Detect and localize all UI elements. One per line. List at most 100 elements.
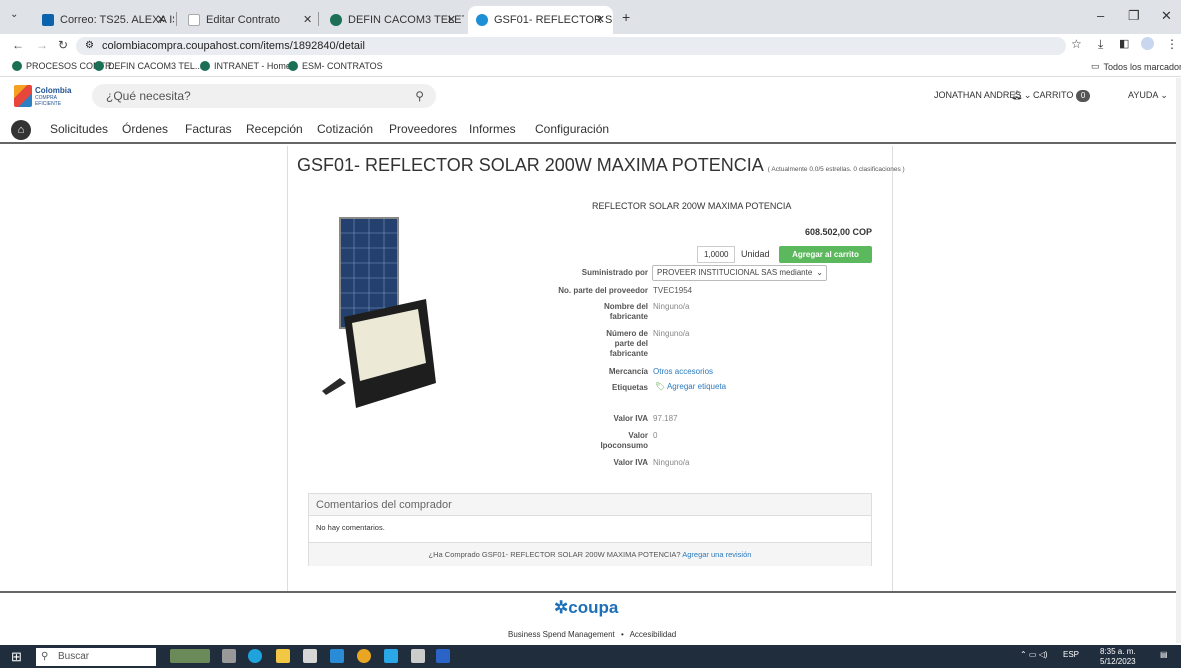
mail-icon[interactable] (330, 649, 344, 663)
site-info-icon[interactable]: ⚙ (85, 37, 94, 55)
supplier-part-label: No. parte del proveedor (558, 286, 648, 295)
sharepoint-icon (288, 61, 298, 71)
iva-label: Valor IVA (613, 414, 648, 423)
page-scrollbar[interactable] (1176, 78, 1181, 643)
comments-heading: Comentarios del comprador (309, 494, 871, 516)
nav-proveedores[interactable]: Proveedores (389, 122, 457, 136)
back-icon[interactable]: ← (12, 38, 24, 52)
search-input[interactable]: ¿Qué necesita? ⚲ (92, 84, 436, 108)
tab-mail[interactable]: Correo: TS25. ALEXA ISABEL SI ✕ (34, 6, 174, 34)
bookmark-defin[interactable]: DEFIN CACOM3 TEL... (94, 61, 202, 71)
windows-start-icon[interactable]: ⊞ (11, 649, 22, 665)
search-icon: ⚲ (41, 651, 49, 662)
tray-icons[interactable]: ⌃ ▭ ◁) (1020, 650, 1048, 659)
url-field[interactable]: ⚙ colombiacompra.coupahost.com/items/189… (76, 37, 1066, 55)
page-icon (188, 14, 200, 26)
reload-icon[interactable]: ↻ (58, 38, 68, 52)
tab-list-icon[interactable]: ⌄ (10, 9, 18, 20)
cart-link[interactable]: CARRITO 0 (1033, 90, 1091, 102)
nav-ordenes[interactable]: Órdenes (122, 122, 168, 136)
chevron-down-icon: ⌄ (814, 266, 823, 280)
window-close-icon[interactable]: ✕ (1161, 8, 1172, 24)
search-icon[interactable]: ⚲ (415, 84, 424, 108)
item-description: REFLECTOR SOLAR 200W MAXIMA POTENCIA (592, 201, 792, 211)
edge-icon[interactable] (248, 649, 262, 663)
teams-icon[interactable] (384, 649, 398, 663)
accessibility-link[interactable]: Accesibilidad (630, 630, 677, 639)
minimize-icon[interactable]: – (1097, 8, 1104, 23)
nav-informes[interactable]: Informes (469, 122, 516, 136)
tab-separator (176, 12, 177, 26)
iva2-value: Ninguno/a (653, 458, 690, 467)
quantity-input[interactable]: 1,0000 (697, 246, 735, 263)
manufacturer-part-label: Número de parte del fabricante (606, 329, 648, 358)
page-title: GSF01- REFLECTOR SOLAR 200W MAXIMA POTEN… (297, 155, 905, 175)
help-menu[interactable]: AYUDA ⌄ (1128, 90, 1168, 101)
manufacturer-label: Nombre del fabricante (603, 302, 648, 321)
sharepoint-icon (200, 61, 210, 71)
close-icon[interactable]: ✕ (303, 13, 312, 26)
nav-solicitudes[interactable]: Solicitudes (50, 122, 108, 136)
download-icon[interactable]: ⤓ (1098, 37, 1103, 52)
forward-icon[interactable]: → (36, 38, 48, 52)
ipoconsumo-value: 0 (653, 431, 658, 440)
calculator-icon[interactable] (411, 649, 425, 663)
product-image (322, 217, 436, 408)
chevron-down-icon: ⌄ (1160, 90, 1168, 100)
bookmarks-bar: PROCESOS CONTR... DEFIN CACOM3 TEL... IN… (0, 57, 1181, 77)
notification-icon[interactable]: ▤ (1160, 650, 1168, 659)
manufacturer-part-value: Ninguno/a (653, 329, 690, 338)
iva-value: 97.187 (653, 414, 678, 423)
close-icon[interactable]: ✕ (447, 6, 456, 34)
add-tag-link[interactable]: 🏷︎ Agregar etiqueta (655, 382, 726, 392)
sidepanel-icon[interactable]: ◧ (1119, 37, 1129, 50)
home-icon[interactable]: ⌂ (11, 120, 31, 140)
iva2-label: Valor IVA (613, 458, 648, 467)
profile-icon[interactable] (1141, 37, 1154, 50)
comments-section: Comentarios del comprador No hay comenta… (308, 493, 872, 566)
coupa-icon (476, 14, 488, 26)
footer-bullet: • (620, 630, 624, 639)
file-explorer-icon[interactable] (276, 649, 290, 663)
bookmark-esm[interactable]: ESM- CONTRATOS (288, 61, 383, 71)
footer-tagline[interactable]: Business Spend Management (508, 630, 615, 639)
tab-item-detail[interactable]: GSF01- REFLECTOR SOLAR 200 ✕ (468, 6, 613, 34)
close-icon[interactable]: ✕ (596, 6, 605, 34)
tab-contract[interactable]: Editar Contrato (180, 6, 310, 34)
footer-links: Business Spend Management • Accesibilida… (508, 630, 676, 639)
tag-icon: 🏷︎ (655, 382, 666, 391)
nav-facturas[interactable]: Facturas (185, 122, 232, 136)
bookmark-intranet[interactable]: INTRANET - Home (200, 61, 291, 71)
supplier-select[interactable]: PROVEER INSTITUCIONAL SAS mediante ⌄ (652, 265, 827, 281)
word-icon[interactable] (436, 649, 450, 663)
star-icon[interactable]: ☆ (1071, 37, 1082, 51)
store-icon[interactable] (303, 649, 317, 663)
nav-recepcion[interactable]: Recepción (246, 122, 303, 136)
task-view-icon[interactable] (222, 649, 236, 663)
language-indicator[interactable]: ESP (1063, 650, 1079, 659)
taskbar-widget-icon[interactable] (170, 649, 210, 663)
nav-cotizacion[interactable]: Cotización (317, 122, 373, 136)
add-review-link[interactable]: Agregar una revisión (682, 550, 751, 559)
taskbar-search[interactable]: ⚲ Buscar (36, 648, 156, 666)
close-icon[interactable]: ✕ (157, 6, 166, 34)
all-bookmarks[interactable]: ▭Todos los marcadores (1091, 61, 1181, 72)
commodity-link[interactable]: Otros accesorios (653, 367, 713, 377)
restore-icon[interactable]: ❐ (1128, 8, 1140, 24)
clock[interactable]: 8:35 a. m. 5/12/2023 (1100, 647, 1136, 667)
coupa-mark-icon: ✲ (554, 598, 569, 617)
item-price: 608.502,00 COP (804, 227, 872, 237)
supplied-by-label: Suministrado por (581, 268, 648, 277)
bell-icon[interactable]: 🔔︎ (1011, 90, 1022, 101)
colombia-compra-logo[interactable]: Colombia COMPRA EFICIENTE (14, 84, 84, 108)
coupa-logo: ✲coupa (554, 598, 619, 617)
review-prompt: ¿Ha Comprado GSF01- REFLECTOR SOLAR 200W… (309, 542, 871, 566)
chrome-icon[interactable] (357, 649, 371, 663)
add-to-cart-button[interactable]: Agregar al carrito (779, 246, 872, 263)
tab-defin[interactable]: DEFIN CACOM3 TELETRABAJO ✕ (322, 6, 464, 34)
logo-mark-icon (14, 85, 32, 107)
nav-configuracion[interactable]: Configuración (535, 122, 609, 136)
new-tab-icon[interactable]: + (622, 9, 630, 25)
sharepoint-icon (94, 61, 104, 71)
menu-icon[interactable]: ⋮ (1166, 37, 1178, 51)
